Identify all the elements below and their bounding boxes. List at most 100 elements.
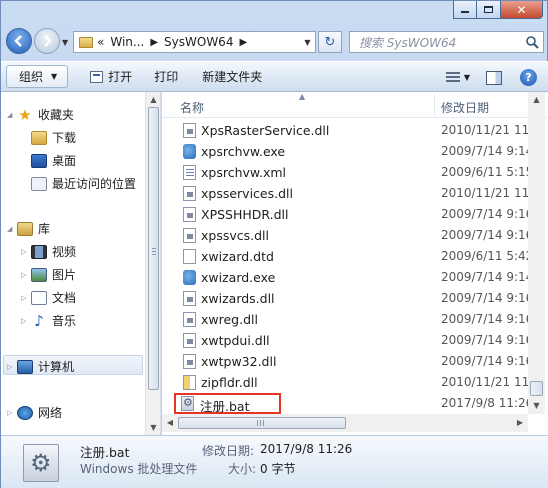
tree-item-documents[interactable]: ▷ 文档 <box>21 289 76 306</box>
navpane-scrollbar[interactable]: ▲ ▼ <box>145 92 160 435</box>
scrollbar-thumb[interactable] <box>530 381 543 396</box>
refresh-button[interactable]: ↻ <box>318 31 342 53</box>
network-label: 网络 <box>38 406 63 420</box>
tree-item-network[interactable]: ▷ 网络 <box>7 404 62 421</box>
file-row[interactable]: XpsRasterService.dll 2010/11/21 11 <box>162 120 529 141</box>
navigation-pane: ◢ ★ 收藏夹 下载 桌面 最近访问的位置 ◢ 库 ▷ 视频 ▷ 图片 ▷ 文档… <box>1 92 161 435</box>
scrollbar-thumb[interactable] <box>148 107 159 390</box>
address-dropdown-icon[interactable]: ▼ <box>299 37 315 47</box>
tree-item-recent-places[interactable]: 最近访问的位置 <box>31 175 136 192</box>
scroll-up-icon[interactable]: ▲ <box>146 92 161 107</box>
file-row[interactable]: xwtpw32.dll 2009/7/14 9:16 <box>162 351 533 372</box>
address-segment-windows[interactable]: Win... <box>110 35 144 49</box>
address-segment-syswow64[interactable]: SysWOW64 <box>164 35 233 49</box>
address-bar[interactable]: « Win... ▶ SysWOW64 ▶ ▼ <box>73 31 316 53</box>
collapsed-arrow-icon[interactable]: ▷ <box>7 363 15 371</box>
address-overflow[interactable]: « <box>97 35 104 49</box>
preview-pane-icon[interactable] <box>486 70 502 85</box>
batch-file-icon <box>23 444 59 482</box>
scroll-down-icon[interactable]: ▼ <box>146 420 161 435</box>
column-header-name[interactable]: 名称 <box>180 99 204 116</box>
tree-item-pictures[interactable]: ▷ 图片 <box>21 266 76 283</box>
file-row[interactable]: xpsrchvw.xml 2009/6/11 5:15 <box>162 162 533 183</box>
recent-pages-dropdown[interactable]: ▼ <box>62 38 68 47</box>
details-pane: 注册.bat Windows 批处理文件 修改日期: 2017/9/8 11:2… <box>1 435 548 488</box>
minimize-button[interactable] <box>453 1 477 19</box>
tree-item-libraries[interactable]: ◢ 库 <box>7 220 50 237</box>
tree-item-desktop[interactable]: 桌面 <box>31 152 76 169</box>
back-button[interactable] <box>6 28 32 54</box>
zip-file-icon <box>183 375 196 390</box>
file-row[interactable]: xpsrchvw.exe 2009/7/14 9:14 <box>162 141 533 162</box>
file-modified-date: 2009/6/11 5:15 <box>441 165 534 179</box>
filelist-vertical-scrollbar[interactable]: ▲ ▼ <box>528 92 545 414</box>
picture-icon <box>31 267 47 282</box>
search-placeholder: 搜索 SysWOW64 <box>359 35 457 50</box>
music-label: 音乐 <box>52 314 77 328</box>
file-name: xpssvcs.dll <box>201 228 269 243</box>
file-modified-date: 2010/11/21 11 <box>441 186 530 200</box>
file-row[interactable]: xwreg.dll 2009/7/14 9:16 <box>162 309 533 330</box>
file-list-pane: ▲ 名称 修改日期 XpsRasterService.dll 2010/11/21… <box>162 92 548 435</box>
open-button[interactable]: 打开 <box>82 65 140 88</box>
tree-item-downloads[interactable]: 下载 <box>31 129 76 146</box>
file-row[interactable]: xpsservices.dll 2010/11/21 11 <box>162 183 530 204</box>
file-modified-date: 2009/7/14 9:16 <box>441 228 534 242</box>
organize-button[interactable]: 组织 ▼ <box>6 65 69 88</box>
file-name: 注册.bat <box>200 399 250 414</box>
forward-button[interactable] <box>34 28 60 54</box>
file-name: xpsservices.dll <box>201 186 293 201</box>
scroll-down-icon[interactable]: ▼ <box>528 398 545 414</box>
collapsed-arrow-icon[interactable]: ▷ <box>21 271 29 279</box>
file-row[interactable]: xwizard.exe 2009/7/14 9:14 <box>162 267 533 288</box>
file-row[interactable]: XPSSHHDR.dll 2009/7/14 9:16 <box>162 204 533 225</box>
details-file-name: 注册.bat <box>80 445 130 460</box>
search-input[interactable]: 搜索 SysWOW64 <box>349 31 544 53</box>
close-button[interactable]: ✕ <box>501 1 543 19</box>
maximize-button[interactable] <box>477 1 501 19</box>
collapsed-arrow-icon[interactable]: ▷ <box>21 294 29 302</box>
dll-file-icon <box>183 123 196 138</box>
dll-file-icon <box>183 291 196 306</box>
star-icon: ★ <box>18 105 32 124</box>
view-options-icon[interactable] <box>445 71 460 84</box>
tree-item-videos[interactable]: ▷ 视频 <box>21 243 76 260</box>
column-header-modified[interactable]: 修改日期 <box>441 99 489 116</box>
document-icon <box>31 290 47 305</box>
file-modified-date: 2009/7/14 9:16 <box>441 312 534 326</box>
open-label: 打开 <box>108 70 133 84</box>
print-button[interactable]: 打印 <box>146 65 186 88</box>
file-row[interactable]: xwizards.dll 2009/7/14 9:16 <box>162 288 533 309</box>
scroll-left-icon[interactable]: ◀ <box>162 414 178 432</box>
expand-arrow-icon[interactable]: ◢ <box>7 225 15 233</box>
file-row[interactable]: xpssvcs.dll 2009/7/14 9:16 <box>162 225 533 246</box>
file-row[interactable]: xwizard.dtd 2009/6/11 5:42 <box>162 246 533 267</box>
arrow-right-icon <box>44 35 52 47</box>
scroll-right-icon[interactable]: ▶ <box>512 414 528 432</box>
file-row[interactable]: zipfldr.dll 2010/11/21 11 <box>162 372 529 393</box>
scrollbar-thumb[interactable] <box>178 417 346 429</box>
file-name: XpsRasterService.dll <box>201 123 330 138</box>
collapsed-arrow-icon[interactable]: ▷ <box>21 317 29 325</box>
chevron-right-icon[interactable]: ▶ <box>150 37 158 48</box>
column-divider[interactable] <box>434 94 435 116</box>
expand-arrow-icon[interactable]: ◢ <box>7 111 15 119</box>
help-icon[interactable]: ? <box>520 69 537 86</box>
tree-item-favorites[interactable]: ◢ ★ 收藏夹 <box>7 106 74 123</box>
open-icon <box>90 70 104 83</box>
new-folder-button[interactable]: 新建文件夹 <box>194 65 270 88</box>
tree-item-computer[interactable]: ▷ 计算机 <box>7 358 74 375</box>
search-icon[interactable] <box>525 35 539 49</box>
chevron-right-icon[interactable]: ▶ <box>239 37 247 48</box>
scroll-up-icon[interactable]: ▲ <box>528 92 545 108</box>
filelist-horizontal-scrollbar[interactable]: ◀ ▶ <box>162 414 528 432</box>
new-folder-label: 新建文件夹 <box>202 70 263 84</box>
tree-item-music[interactable]: ▷ ♪ 音乐 <box>21 312 76 329</box>
view-dropdown-icon[interactable]: ▼ <box>464 73 470 82</box>
collapsed-arrow-icon[interactable]: ▷ <box>21 248 29 256</box>
file-name: xwreg.dll <box>201 312 258 327</box>
file-row-highlighted[interactable]: 注册.bat 2017/9/8 11:26 <box>174 393 533 414</box>
desktop-icon <box>31 153 47 168</box>
file-row[interactable]: xwtpdui.dll 2009/7/14 9:16 <box>162 330 533 351</box>
collapsed-arrow-icon[interactable]: ▷ <box>7 409 15 417</box>
